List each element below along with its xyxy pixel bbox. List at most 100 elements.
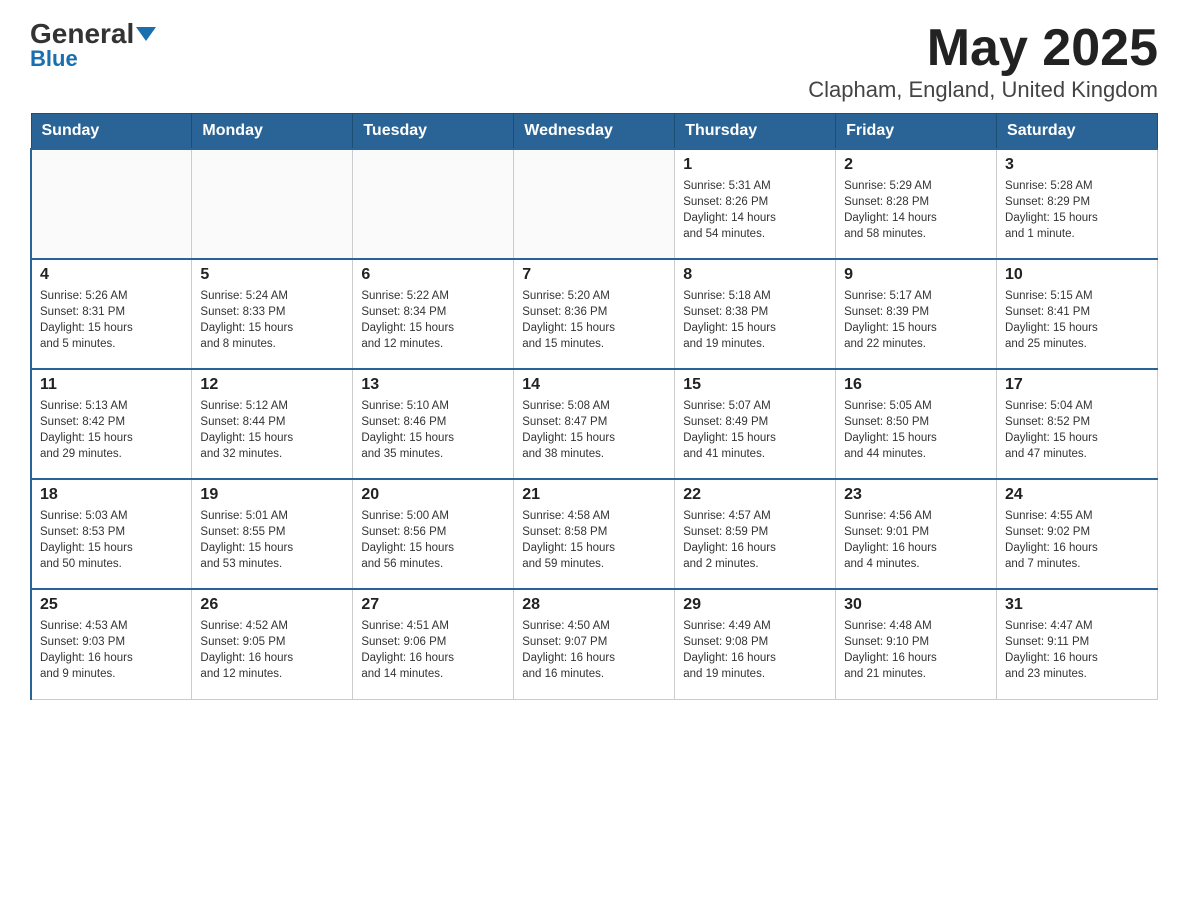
day-number: 7 [522, 266, 666, 284]
header-saturday: Saturday [997, 114, 1158, 150]
calendar-body: 1 Sunrise: 5:31 AM Sunset: 8:26 PM Daylig… [31, 149, 1158, 699]
calendar-cell: 14Sunrise: 5:08 AM Sunset: 8:47 PM Dayli… [514, 369, 675, 479]
calendar-cell: 1 Sunrise: 5:31 AM Sunset: 8:26 PM Daylig… [675, 149, 836, 259]
day-info: Sunrise: 5:12 AM Sunset: 8:44 PM Dayligh… [200, 398, 344, 462]
calendar-cell [31, 149, 192, 259]
day-info: Sunrise: 4:58 AM Sunset: 8:58 PM Dayligh… [522, 508, 666, 572]
calendar-cell: 4 Sunrise: 5:26 AM Sunset: 8:31 PM Daylig… [31, 259, 192, 369]
day-number: 2 [844, 156, 988, 174]
day-number: 11 [40, 376, 183, 394]
day-info: Sunrise: 5:22 AM Sunset: 8:34 PM Dayligh… [361, 288, 505, 352]
day-info: Sunrise: 5:03 AM Sunset: 8:53 PM Dayligh… [40, 508, 183, 572]
day-number: 1 [683, 156, 827, 174]
day-info: Sunrise: 5:07 AM Sunset: 8:49 PM Dayligh… [683, 398, 827, 462]
day-number: 23 [844, 486, 988, 504]
week-row-4: 18 Sunrise: 5:03 AM Sunset: 8:53 PM Dayli… [31, 479, 1158, 589]
header-tuesday: Tuesday [353, 114, 514, 150]
calendar-cell: 9 Sunrise: 5:17 AM Sunset: 8:39 PM Daylig… [836, 259, 997, 369]
calendar-cell: 26Sunrise: 4:52 AM Sunset: 9:05 PM Dayli… [192, 589, 353, 699]
calendar-cell: 20Sunrise: 5:00 AM Sunset: 8:56 PM Dayli… [353, 479, 514, 589]
day-info: Sunrise: 5:20 AM Sunset: 8:36 PM Dayligh… [522, 288, 666, 352]
calendar-subtitle: Clapham, England, United Kingdom [808, 77, 1158, 103]
header-monday: Monday [192, 114, 353, 150]
day-info: Sunrise: 5:18 AM Sunset: 8:38 PM Dayligh… [683, 288, 827, 352]
day-info: Sunrise: 5:13 AM Sunset: 8:42 PM Dayligh… [40, 398, 183, 462]
calendar-cell: 6 Sunrise: 5:22 AM Sunset: 8:34 PM Daylig… [353, 259, 514, 369]
day-info: Sunrise: 5:08 AM Sunset: 8:47 PM Dayligh… [522, 398, 666, 462]
day-number: 12 [200, 376, 344, 394]
calendar-cell: 5 Sunrise: 5:24 AM Sunset: 8:33 PM Daylig… [192, 259, 353, 369]
week-row-3: 11 Sunrise: 5:13 AM Sunset: 8:42 PM Dayli… [31, 369, 1158, 479]
calendar-cell: 28Sunrise: 4:50 AM Sunset: 9:07 PM Dayli… [514, 589, 675, 699]
day-number: 5 [200, 266, 344, 284]
day-info: Sunrise: 5:15 AM Sunset: 8:41 PM Dayligh… [1005, 288, 1149, 352]
day-info: Sunrise: 4:56 AM Sunset: 9:01 PM Dayligh… [844, 508, 988, 572]
day-number: 29 [683, 596, 827, 614]
day-info: Sunrise: 5:24 AM Sunset: 8:33 PM Dayligh… [200, 288, 344, 352]
calendar-cell: 13 Sunrise: 5:10 AM Sunset: 8:46 PM Dayli… [353, 369, 514, 479]
day-info: Sunrise: 5:00 AM Sunset: 8:56 PM Dayligh… [361, 508, 505, 572]
day-info: Sunrise: 5:04 AM Sunset: 8:52 PM Dayligh… [1005, 398, 1149, 462]
calendar-title: May 2025 [808, 20, 1158, 77]
day-info: Sunrise: 4:53 AM Sunset: 9:03 PM Dayligh… [40, 618, 183, 682]
page-header: General Blue May 2025 Clapham, England, … [30, 20, 1158, 103]
day-info: Sunrise: 5:05 AM Sunset: 8:50 PM Dayligh… [844, 398, 988, 462]
calendar-cell: 17Sunrise: 5:04 AM Sunset: 8:52 PM Dayli… [997, 369, 1158, 479]
calendar-cell [514, 149, 675, 259]
day-info: Sunrise: 4:47 AM Sunset: 9:11 PM Dayligh… [1005, 618, 1149, 682]
day-info: Sunrise: 4:49 AM Sunset: 9:08 PM Dayligh… [683, 618, 827, 682]
day-number: 6 [361, 266, 505, 284]
day-number: 3 [1005, 156, 1149, 174]
calendar-cell: 2 Sunrise: 5:29 AM Sunset: 8:28 PM Daylig… [836, 149, 997, 259]
calendar-cell: 18 Sunrise: 5:03 AM Sunset: 8:53 PM Dayli… [31, 479, 192, 589]
calendar-cell: 16Sunrise: 5:05 AM Sunset: 8:50 PM Dayli… [836, 369, 997, 479]
calendar-cell: 7 Sunrise: 5:20 AM Sunset: 8:36 PM Daylig… [514, 259, 675, 369]
day-info: Sunrise: 5:28 AM Sunset: 8:29 PM Dayligh… [1005, 178, 1149, 242]
day-info: Sunrise: 5:31 AM Sunset: 8:26 PM Dayligh… [683, 178, 827, 242]
day-info: Sunrise: 4:51 AM Sunset: 9:06 PM Dayligh… [361, 618, 505, 682]
week-row-2: 4 Sunrise: 5:26 AM Sunset: 8:31 PM Daylig… [31, 259, 1158, 369]
calendar-cell: 10Sunrise: 5:15 AM Sunset: 8:41 PM Dayli… [997, 259, 1158, 369]
day-info: Sunrise: 5:10 AM Sunset: 8:46 PM Dayligh… [361, 398, 505, 462]
day-number: 30 [844, 596, 988, 614]
title-block: May 2025 Clapham, England, United Kingdo… [808, 20, 1158, 103]
day-number: 13 [361, 376, 505, 394]
day-info: Sunrise: 5:29 AM Sunset: 8:28 PM Dayligh… [844, 178, 988, 242]
calendar-cell: 12 Sunrise: 5:12 AM Sunset: 8:44 PM Dayli… [192, 369, 353, 479]
day-number: 8 [683, 266, 827, 284]
day-number: 4 [40, 266, 183, 284]
calendar-cell: 25 Sunrise: 4:53 AM Sunset: 9:03 PM Dayli… [31, 589, 192, 699]
calendar-cell: 21Sunrise: 4:58 AM Sunset: 8:58 PM Dayli… [514, 479, 675, 589]
calendar-cell: 19Sunrise: 5:01 AM Sunset: 8:55 PM Dayli… [192, 479, 353, 589]
day-number: 15 [683, 376, 827, 394]
header-sunday: Sunday [31, 114, 192, 150]
day-info: Sunrise: 4:50 AM Sunset: 9:07 PM Dayligh… [522, 618, 666, 682]
day-number: 31 [1005, 596, 1149, 614]
logo-brand2: Blue [30, 46, 78, 72]
day-info: Sunrise: 5:26 AM Sunset: 8:31 PM Dayligh… [40, 288, 183, 352]
day-number: 9 [844, 266, 988, 284]
calendar-cell [192, 149, 353, 259]
calendar-cell: 30 Sunrise: 4:48 AM Sunset: 9:10 PM Dayli… [836, 589, 997, 699]
day-number: 25 [40, 596, 183, 614]
calendar-cell: 31 Sunrise: 4:47 AM Sunset: 9:11 PM Dayli… [997, 589, 1158, 699]
day-number: 24 [1005, 486, 1149, 504]
calendar-cell: 8 Sunrise: 5:18 AM Sunset: 8:38 PM Daylig… [675, 259, 836, 369]
day-number: 18 [40, 486, 183, 504]
week-row-1: 1 Sunrise: 5:31 AM Sunset: 8:26 PM Daylig… [31, 149, 1158, 259]
header-friday: Friday [836, 114, 997, 150]
calendar-cell: 24 Sunrise: 4:55 AM Sunset: 9:02 PM Dayli… [997, 479, 1158, 589]
header-thursday: Thursday [675, 114, 836, 150]
day-info: Sunrise: 4:48 AM Sunset: 9:10 PM Dayligh… [844, 618, 988, 682]
day-info: Sunrise: 5:17 AM Sunset: 8:39 PM Dayligh… [844, 288, 988, 352]
calendar-cell: 23 Sunrise: 4:56 AM Sunset: 9:01 PM Dayli… [836, 479, 997, 589]
day-info: Sunrise: 5:01 AM Sunset: 8:55 PM Dayligh… [200, 508, 344, 572]
calendar-cell: 22Sunrise: 4:57 AM Sunset: 8:59 PM Dayli… [675, 479, 836, 589]
day-number: 27 [361, 596, 505, 614]
calendar-table: SundayMondayTuesdayWednesdayThursdayFrid… [30, 113, 1158, 700]
calendar-cell: 27 Sunrise: 4:51 AM Sunset: 9:06 PM Dayli… [353, 589, 514, 699]
header-wednesday: Wednesday [514, 114, 675, 150]
day-info: Sunrise: 4:52 AM Sunset: 9:05 PM Dayligh… [200, 618, 344, 682]
day-info: Sunrise: 4:55 AM Sunset: 9:02 PM Dayligh… [1005, 508, 1149, 572]
day-number: 22 [683, 486, 827, 504]
